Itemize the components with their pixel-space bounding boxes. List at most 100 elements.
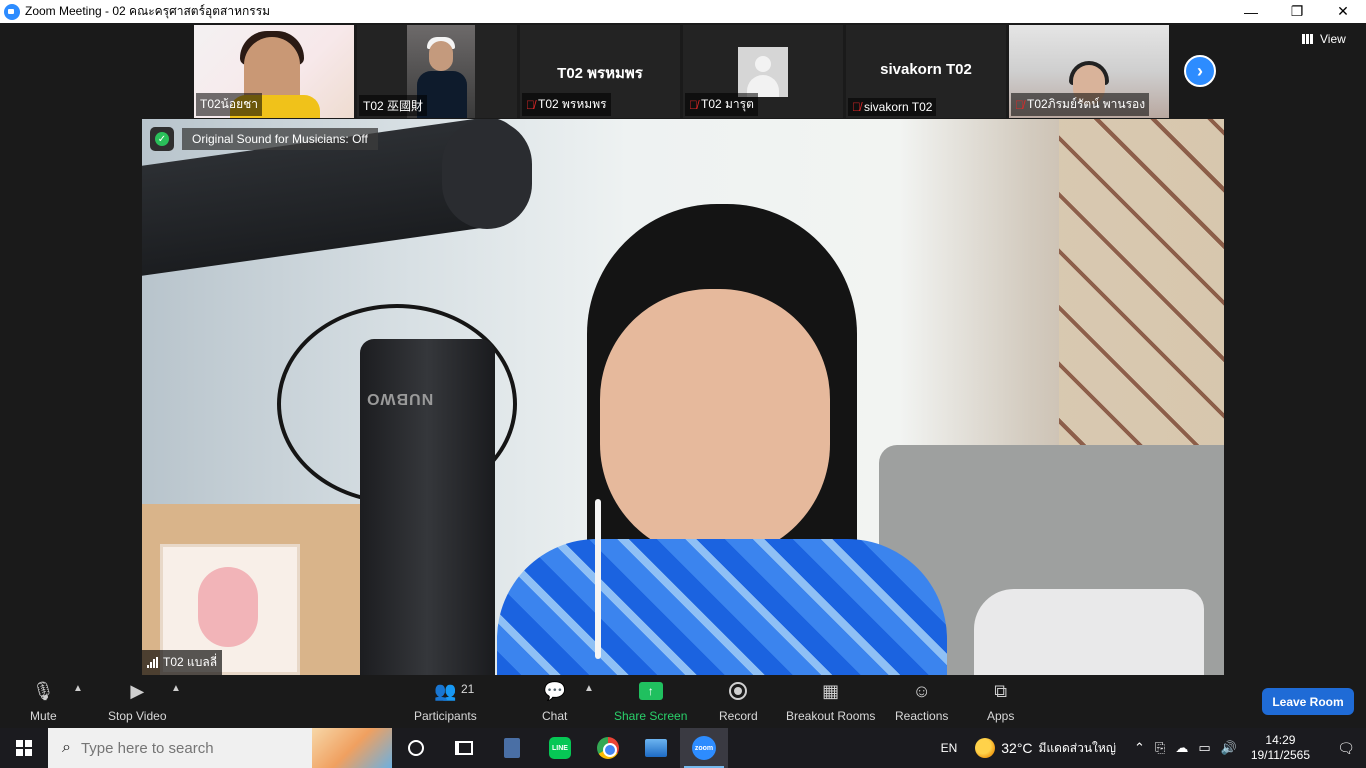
title-bar: Zoom Meeting - 02 คณะครุศาสตร์อุตสาหกรรม…: [0, 0, 1366, 23]
participant-tile[interactable]: 🎙̸ T02 มารุต: [683, 25, 843, 118]
share-screen-button[interactable]: ↑ Share Screen: [614, 679, 687, 723]
weather-temperature: 32°C: [1001, 740, 1033, 756]
view-button[interactable]: View: [1302, 32, 1346, 46]
weather-widget[interactable]: 32°C มีแดดส่วนใหญ่: [975, 738, 1116, 758]
view-label: View: [1320, 32, 1346, 46]
task-view-icon: [455, 741, 473, 755]
cortana-button[interactable]: [392, 728, 440, 768]
record-button[interactable]: Record: [719, 679, 758, 723]
share-screen-icon: ↑: [638, 679, 663, 703]
photos-icon: [645, 739, 667, 757]
maximize-button[interactable]: ❐: [1274, 0, 1320, 23]
cortana-icon: [408, 740, 424, 756]
clock-date: 19/11/2565: [1250, 748, 1310, 762]
video-feed: [497, 539, 947, 675]
stop-video-button[interactable]: ▶ Stop Video: [108, 679, 167, 724]
clock-time: 14:29: [1265, 733, 1296, 747]
start-button[interactable]: [0, 728, 48, 768]
apps-button[interactable]: ⧉ Apps: [987, 679, 1014, 724]
search-icon: ⌕: [62, 739, 71, 756]
notifications-icon[interactable]: 🗨: [1326, 740, 1366, 757]
participant-name-tag: 🎙̸ T02 พรหมพร: [522, 93, 611, 116]
video-feed: [1059, 119, 1224, 449]
participant-name-tag: T02น้อยชา: [196, 93, 263, 116]
chat-button[interactable]: 💬 Chat: [542, 679, 567, 724]
check-icon: ✓: [155, 132, 169, 146]
taskbar-search[interactable]: ⌕: [48, 728, 392, 768]
photos-app[interactable]: [632, 728, 680, 768]
meeting-area: T02น้อยชา T02 巫國財 T02 พรหมพร 🎙̸ T02 พรหม…: [0, 23, 1366, 675]
zoom-app-icon: [4, 3, 20, 20]
audio-options-caret-icon[interactable]: ▲: [73, 683, 83, 694]
window-title: Zoom Meeting - 02 คณะครุศาสตร์อุตสาหกรรม: [25, 4, 271, 18]
mic-brand-text: NUBWO: [366, 390, 434, 407]
leave-room-button[interactable]: Leave Room: [1262, 688, 1354, 715]
weather-description: มีแดดส่วนใหญ่: [1038, 740, 1117, 755]
line-icon: LINE: [549, 737, 571, 759]
calculator-icon: [504, 738, 520, 758]
video-feed: [429, 41, 453, 71]
mute-label: Mute: [30, 709, 57, 723]
speaker-name: T02 แบลลี่: [163, 655, 218, 669]
system-tray: EN 32°C มีแดดส่วนใหญ่ ⌃ ⎘ ☁ ▭ 🔊 14:29 19…: [941, 728, 1366, 768]
participant-name-tag: T02 巫國財: [359, 95, 428, 116]
clock[interactable]: 14:29 19/11/2565: [1251, 733, 1310, 763]
stop-video-label: Stop Video: [108, 709, 167, 723]
meet-now-icon[interactable]: ⎘: [1155, 740, 1165, 756]
reactions-label: Reactions: [895, 709, 949, 723]
mic-muted-icon: 🎙̸: [526, 97, 535, 112]
signal-strength-icon: [147, 657, 158, 668]
volume-icon[interactable]: 🔊: [1221, 740, 1237, 756]
participant-tile[interactable]: sivakorn T02 🎙̸ sivakorn T02: [846, 25, 1006, 118]
reactions-icon: ☺: [912, 680, 931, 701]
participant-tile[interactable]: T02 巫國財: [357, 25, 517, 118]
participant-name: T02ภิรมย์รัตน์ พานรอง: [1027, 97, 1146, 111]
zoom-icon: zoom: [692, 736, 716, 760]
task-view-button[interactable]: [440, 728, 488, 768]
windows-logo-icon: [16, 740, 32, 756]
participant-display-name: sivakorn T02: [880, 61, 972, 78]
encryption-shield-icon[interactable]: ✓: [150, 127, 174, 151]
chrome-app[interactable]: [584, 728, 632, 768]
onedrive-icon[interactable]: ☁: [1175, 740, 1188, 756]
participant-name: sivakorn T02: [864, 100, 933, 114]
mute-button[interactable]: 🎙 Mute: [30, 679, 57, 724]
main-video[interactable]: NUBWO ✓ Original Sound for Musicians: Of…: [142, 119, 1224, 675]
participant-name: T02 พรหมพร: [538, 97, 607, 111]
mic-muted-icon: 🎙̸: [689, 97, 698, 112]
close-button[interactable]: ✕: [1320, 0, 1366, 23]
participants-count: 21: [461, 682, 475, 696]
participants-icon: 👥: [434, 680, 457, 701]
video-feed: [442, 119, 532, 229]
apps-icon: ⧉: [994, 680, 1008, 701]
line-app[interactable]: LINE: [536, 728, 584, 768]
reactions-button[interactable]: ☺ Reactions: [895, 679, 949, 724]
chat-icon: 💬: [543, 680, 566, 701]
input-language[interactable]: EN: [941, 741, 958, 755]
battery-icon[interactable]: ▭: [1198, 740, 1210, 756]
default-avatar-icon: [738, 47, 788, 97]
next-page-button[interactable]: ›: [1184, 55, 1216, 87]
participant-name: T02น้อยชา: [200, 97, 259, 111]
video-feed: [595, 499, 601, 659]
participant-tile[interactable]: T02 พรหมพร 🎙̸ T02 พรหมพร: [520, 25, 680, 118]
minimize-button[interactable]: —: [1228, 0, 1274, 23]
original-sound-label[interactable]: Original Sound for Musicians: Off: [182, 128, 378, 150]
search-highlight-image: [312, 728, 392, 768]
participant-tile[interactable]: 🎙̸ T02ภิรมย์รัตน์ พานรอง: [1009, 25, 1169, 118]
record-label: Record: [719, 709, 758, 723]
participants-label: Participants: [414, 709, 477, 723]
window-controls: — ❐ ✕: [1228, 0, 1366, 23]
video-feed: [600, 289, 830, 559]
calculator-app[interactable]: [488, 728, 536, 768]
breakout-rooms-button[interactable]: ▦ Breakout Rooms: [786, 679, 875, 724]
partly-sunny-icon: [975, 738, 996, 758]
search-input[interactable]: [80, 739, 301, 757]
zoom-app[interactable]: zoom: [680, 728, 728, 768]
meeting-toolbar: 🎙 Mute ▲ ▶ Stop Video ▲ 👥 Participants 2…: [0, 675, 1366, 728]
chat-options-caret-icon[interactable]: ▲: [584, 683, 594, 694]
show-hidden-icons-chevron-icon[interactable]: ⌃: [1134, 740, 1145, 756]
video-options-caret-icon[interactable]: ▲: [171, 683, 181, 694]
participant-tile[interactable]: T02น้อยชา: [194, 25, 354, 118]
microphone-icon: 🎙: [31, 680, 55, 701]
